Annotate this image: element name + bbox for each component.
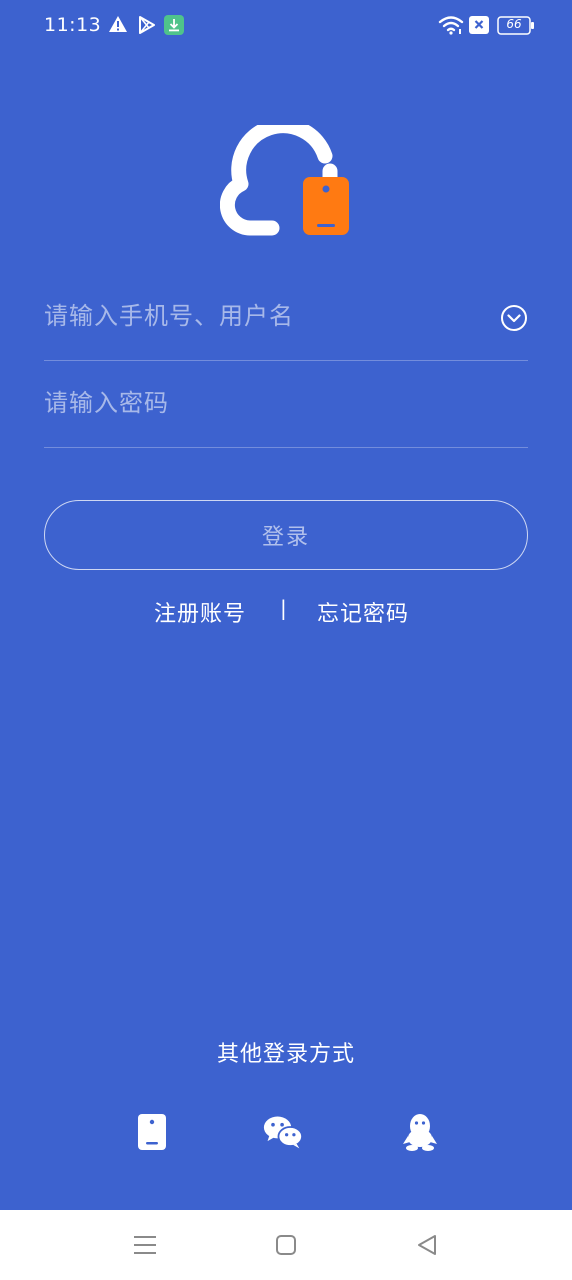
wechat-icon[interactable] bbox=[263, 1112, 303, 1152]
status-time: 11:13 bbox=[44, 14, 102, 36]
register-link[interactable]: 注册账号 bbox=[154, 596, 246, 628]
menu-icon[interactable] bbox=[132, 1232, 158, 1258]
auth-links: 注册账号 | 忘记密码 bbox=[0, 596, 572, 630]
download-icon bbox=[164, 15, 184, 35]
login-button[interactable]: 登录 bbox=[44, 500, 528, 570]
status-bar: 11:13 66 bbox=[0, 0, 572, 52]
password-input[interactable] bbox=[44, 359, 484, 447]
account-input[interactable] bbox=[44, 272, 484, 360]
qq-icon[interactable] bbox=[400, 1112, 440, 1152]
system-nav-bar bbox=[0, 1210, 572, 1280]
password-field bbox=[44, 359, 528, 448]
link-separator: | bbox=[280, 596, 287, 620]
battery-level: 66 bbox=[506, 17, 522, 31]
phone-icon[interactable] bbox=[132, 1112, 172, 1152]
forgot-password-link[interactable]: 忘记密码 bbox=[317, 596, 409, 628]
chevron-down-circle-icon[interactable] bbox=[500, 304, 528, 332]
play-store-icon bbox=[139, 16, 155, 34]
other-login-title: 其他登录方式 bbox=[216, 1042, 355, 1067]
account-field bbox=[44, 272, 528, 361]
warning-icon bbox=[109, 16, 127, 32]
home-icon[interactable] bbox=[273, 1232, 299, 1258]
cloud-phone-logo bbox=[220, 125, 349, 236]
back-icon[interactable] bbox=[414, 1232, 440, 1258]
wifi-icon bbox=[438, 16, 464, 35]
sim-off-icon bbox=[469, 16, 489, 34]
